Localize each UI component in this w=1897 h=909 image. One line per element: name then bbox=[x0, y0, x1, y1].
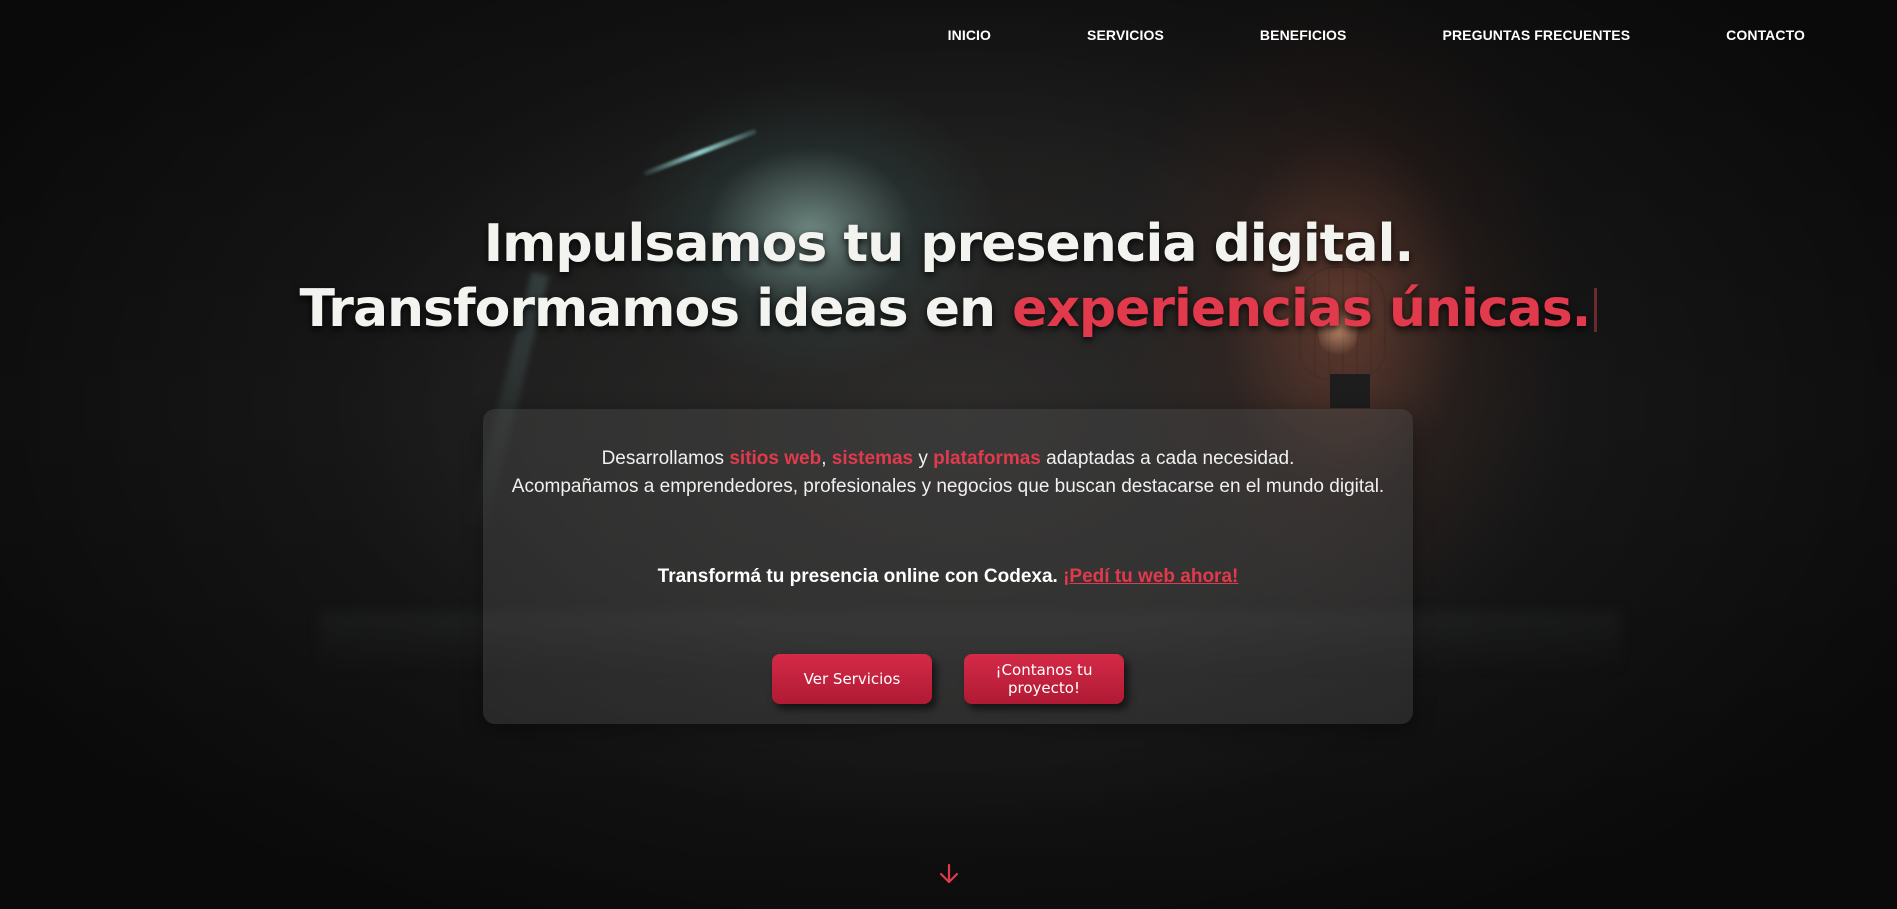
nav-link-contacto[interactable]: CONTACTO bbox=[1726, 24, 1805, 46]
nav-link-beneficios[interactable]: BENEFICIOS bbox=[1260, 24, 1347, 46]
hero-intro-card: Desarrollamos sitios web, sistemas y pla… bbox=[483, 409, 1413, 724]
ver-servicios-button[interactable]: Ver Servicios bbox=[772, 654, 932, 704]
cta-link-pedi-tu-web[interactable]: ¡Pedí tu web ahora! bbox=[1063, 566, 1238, 587]
nav-link-inicio[interactable]: INICIO bbox=[948, 24, 991, 46]
highlight-sistemas: sistemas bbox=[831, 448, 914, 469]
highlight-sitios-web: sitios web bbox=[729, 448, 822, 469]
intro-separator-2: y bbox=[913, 448, 934, 469]
hero-intro-text: Desarrollamos sitios web, sistemas y pla… bbox=[483, 445, 1413, 501]
arrow-down-icon[interactable] bbox=[937, 862, 961, 886]
cta-text: Transformá tu presencia online con Codex… bbox=[657, 566, 1058, 587]
hero-title-accent: experiencias únicas. bbox=[1012, 279, 1591, 339]
hero-title: Impulsamos tu presencia digital. Transfo… bbox=[0, 212, 1897, 342]
nav-link-preguntas-frecuentes[interactable]: PREGUNTAS FRECUENTES bbox=[1443, 24, 1631, 46]
main-navigation: INICIO SERVICIOS BENEFICIOS PREGUNTAS FR… bbox=[948, 24, 1805, 46]
intro-text-start: Desarrollamos bbox=[601, 448, 730, 469]
nav-link-servicios[interactable]: SERVICIOS bbox=[1087, 24, 1164, 46]
hero-cta-line: Transformá tu presencia online con Codex… bbox=[483, 566, 1413, 588]
intro-text-end: adaptadas a cada necesidad. bbox=[1040, 448, 1295, 469]
intro-separator-1: , bbox=[821, 448, 832, 469]
intro-text-second-line: Acompañamos a emprendedores, profesional… bbox=[511, 476, 1385, 497]
contanos-tu-proyecto-button[interactable]: ¡Contanos tu proyecto! bbox=[964, 654, 1124, 704]
hero-title-line-2-prefix: Transformamos ideas en bbox=[299, 279, 1013, 339]
typing-caret bbox=[1594, 288, 1598, 332]
arrow-down-icon-graphic bbox=[939, 863, 959, 884]
hero-title-line-1: Impulsamos tu presencia digital. bbox=[483, 214, 1414, 274]
highlight-plataformas: plataformas bbox=[933, 448, 1041, 469]
